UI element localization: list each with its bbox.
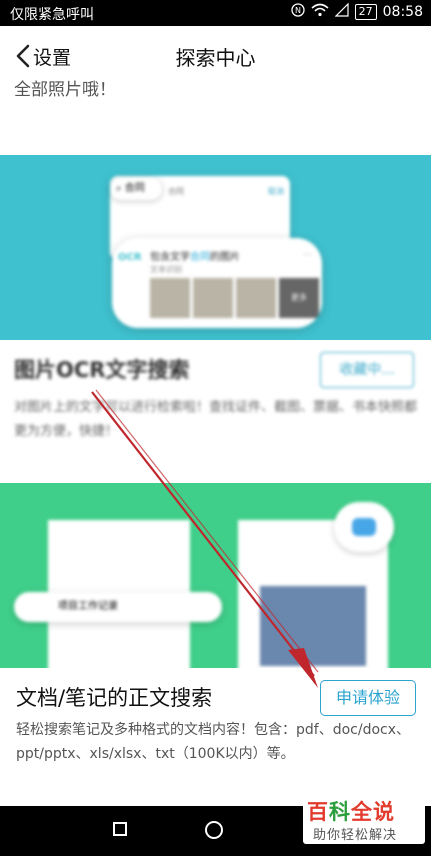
recent-apps-icon[interactable] bbox=[113, 822, 127, 836]
doc-section-description: 轻松搜索笔记及多种格式的文档内容！包含：pdf、doc/docx、ppt/ppt… bbox=[16, 722, 411, 762]
wifi-icon bbox=[311, 3, 329, 21]
result-title: 包含文字合同的图片 bbox=[150, 252, 240, 263]
status-bar: 仅限紧急呼叫 N 27 08:58 bbox=[0, 0, 431, 26]
thumbnail-more: 更多 bbox=[279, 278, 319, 318]
ocr-badge: OCR bbox=[118, 252, 142, 263]
ocr-collect-button[interactable]: 收藏中... bbox=[320, 352, 414, 388]
result-card: OCR 包含文字合同的图片 文本识别 ··· 更多 bbox=[112, 238, 322, 328]
ocr-section-description: 对图片上的文字可以进行检索啦！查找证件、截图、票据、书本快照都更为方便，快捷！ bbox=[14, 400, 418, 439]
doc-section-title: 文档/笔记的正文搜索 bbox=[16, 686, 213, 710]
page-title: 探索中心 bbox=[175, 46, 256, 70]
battery-icon: 27 bbox=[354, 4, 377, 20]
result-thumbnails: 更多 bbox=[150, 278, 319, 318]
watermark-title: 百科全说 bbox=[307, 800, 395, 824]
thumbnail bbox=[193, 278, 233, 318]
top-section-text: 全部照片哦！ bbox=[14, 80, 116, 100]
home-icon[interactable] bbox=[205, 821, 223, 839]
status-emergency-text: 仅限紧急呼叫 bbox=[10, 7, 94, 23]
thumbnail bbox=[236, 278, 276, 318]
status-time: 08:58 bbox=[382, 4, 423, 20]
ocr-section-title: 图片OCR文字搜索 bbox=[14, 358, 190, 382]
signal-icon bbox=[334, 2, 349, 21]
watermark-subtitle: 助你轻松解决 bbox=[313, 828, 398, 843]
search-icon: ⌕ bbox=[116, 183, 122, 194]
photo-thumbnail bbox=[260, 586, 366, 666]
search-input-value: 合同 bbox=[168, 187, 184, 196]
more-dots-icon: ··· bbox=[302, 250, 312, 261]
chat-icon bbox=[352, 518, 376, 536]
folder-chip: 项目工作记录 bbox=[14, 592, 222, 622]
top-nav: 设置 探索中心 bbox=[0, 26, 431, 84]
nfc-icon: N bbox=[290, 3, 305, 21]
result-subtitle: 文本识别 bbox=[150, 265, 182, 274]
svg-text:N: N bbox=[295, 6, 301, 15]
thumbnail bbox=[150, 278, 190, 318]
search-cancel: 取消 bbox=[268, 187, 284, 196]
status-icons: N 27 08:58 bbox=[290, 2, 423, 21]
apply-trial-button[interactable]: 申请体验 bbox=[320, 680, 416, 716]
search-chip: ⌕ 合同 bbox=[110, 178, 162, 200]
